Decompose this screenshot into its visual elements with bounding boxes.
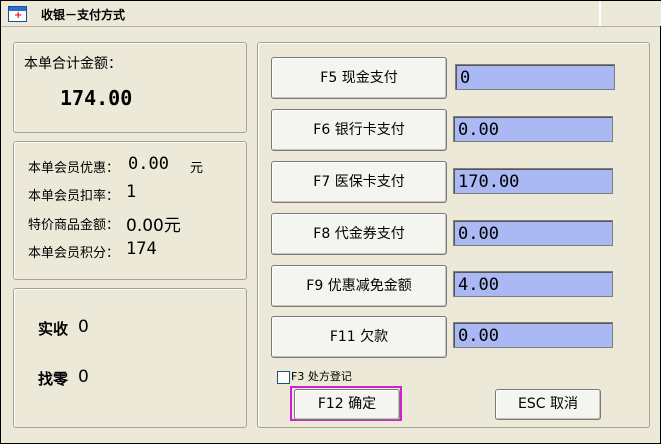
cash-pay-field[interactable]: 0: [455, 64, 615, 90]
window-title: 收银－支付方式: [41, 8, 126, 22]
arrears-field[interactable]: 0.00: [453, 322, 613, 348]
total-amount: 174.00: [60, 86, 133, 110]
change-label: 找零: [38, 370, 69, 388]
change-value: 0: [78, 367, 89, 387]
member-discount-label: 本单会员优惠：: [28, 161, 120, 176]
cash-pay-button[interactable]: F5 现金支付: [271, 57, 447, 99]
voucher-pay-field[interactable]: 0.00: [453, 220, 613, 246]
member-rate-label: 本单会员扣率：: [28, 189, 120, 204]
special-amount-value: 0.00元: [126, 216, 181, 236]
medical-card-pay-button[interactable]: F7 医保卡支付: [271, 161, 447, 203]
member-points-label: 本单会员积分：: [28, 246, 120, 261]
discount-amount-button[interactable]: F9 优惠减免金额: [271, 265, 447, 307]
voucher-pay-button[interactable]: F8 代金券支付: [271, 213, 447, 255]
received-value: 0: [78, 317, 89, 337]
prescription-label: F3 处方登记: [291, 370, 352, 383]
app-icon: +: [8, 6, 27, 22]
arrears-button[interactable]: F11 欠款: [271, 316, 447, 358]
cancel-button[interactable]: ESC 取消: [495, 389, 601, 420]
bank-card-pay-field[interactable]: 0.00: [453, 116, 613, 142]
special-amount-label: 特价商品金额：: [28, 218, 120, 233]
member-points-value: 174: [126, 239, 157, 259]
payment-dialog: + 收银－支付方式 本单合计金额： 174.00 本单会员优惠： 0.00 元 …: [0, 0, 661, 444]
confirm-button[interactable]: F12 确定: [294, 389, 400, 420]
member-discount-value: 0.00: [128, 154, 169, 174]
total-label: 本单合计金额：: [24, 56, 122, 72]
title-bar: + 收银－支付方式: [1, 1, 661, 27]
total-panel: 本单合计金额： 174.00: [13, 42, 247, 133]
discount-amount-field[interactable]: 4.00: [453, 271, 613, 297]
received-label: 实收: [38, 320, 69, 338]
member-discount-unit: 元: [190, 161, 204, 176]
bank-card-pay-button[interactable]: F6 银行卡支付: [271, 109, 447, 151]
prescription-checkbox[interactable]: [277, 371, 290, 384]
medical-card-pay-field[interactable]: 170.00: [453, 168, 613, 194]
member-panel: 本单会员优惠： 0.00 元 本单会员扣率： 1 特价商品金额： 0.00元 本…: [13, 141, 247, 280]
title-bar-controls: [599, 1, 661, 26]
payment-summary-panel: 实收 0 找零 0: [13, 288, 247, 428]
member-rate-value: 1: [126, 182, 137, 202]
